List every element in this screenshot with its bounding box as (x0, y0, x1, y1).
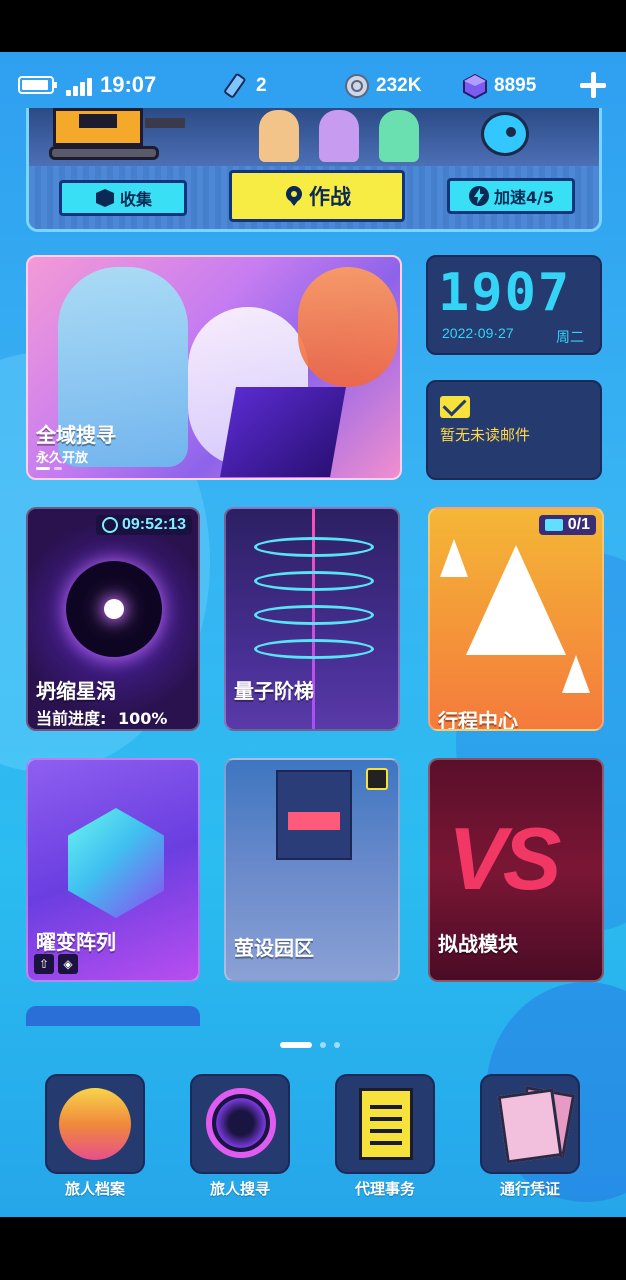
collect-label: 收集 (119, 190, 152, 209)
tile-campus[interactable]: 萤设园区 (224, 758, 400, 982)
resource-gem[interactable]: 8895 (462, 70, 536, 102)
building-art (276, 770, 352, 860)
dock-label: 代理事务 (354, 1180, 415, 1198)
up-arrow-icon: ⇧ (34, 954, 54, 974)
quantum-ladder-title: 量子阶梯 (234, 679, 314, 703)
excavator-sprite (49, 108, 189, 162)
vortex-progress: 当前进度: 100% (36, 705, 167, 729)
clock-widget: 1907 2022·09·27 周二 (426, 255, 602, 355)
radar-search-icon (206, 1088, 276, 1158)
character-art (298, 267, 398, 387)
dock-label: 旅人档案 (64, 1180, 125, 1198)
page-indicator (280, 1042, 340, 1048)
lightning-icon (468, 186, 489, 206)
matrix-tags: ⇧ ◈ (34, 954, 78, 974)
vortex-progress-label: 当前进度: (36, 709, 107, 728)
clock-weekday: 周二 (556, 330, 584, 346)
collect-button[interactable]: 收集 (59, 180, 187, 216)
resource-coin[interactable]: 232K (344, 70, 421, 102)
ring-art (254, 537, 374, 557)
add-resource-button[interactable] (576, 68, 610, 102)
vortex-timer-value: 09:52:13 (121, 516, 186, 533)
mail-icon (440, 396, 470, 418)
dock-traveler-search[interactable]: 旅人搜寻 (189, 1074, 291, 1199)
location-pin-icon (286, 186, 302, 206)
battle-sim-title: 拟战模块 (438, 932, 518, 956)
pass-card-icon (497, 1088, 563, 1164)
vortex-title: 坍缩星涡 (36, 679, 116, 703)
cube-art (68, 808, 164, 918)
ring-art (254, 605, 374, 625)
dock-traveler-archive[interactable]: 旅人档案 (44, 1074, 146, 1199)
resource-crystal[interactable]: 2 (224, 70, 267, 102)
dock-pass-card[interactable]: 通行凭证 (479, 1074, 581, 1199)
black-hole-art (66, 561, 162, 657)
matrix-title: 曜变阵列 (36, 930, 116, 954)
dock-label: 旅人搜寻 (209, 1180, 270, 1198)
vortex-progress-value: 100% (117, 709, 168, 728)
status-bar: 19:07 2 232K 8895 (0, 64, 626, 108)
cube-gem-icon (463, 73, 487, 99)
ticket-counter: 0/1 (538, 515, 596, 535)
clock-time: 1907 (438, 263, 572, 323)
boost-button[interactable]: 加速4/5 (447, 178, 575, 214)
expedition-banner[interactable]: 收集 作战 加速4/5 (26, 108, 602, 232)
mail-widget[interactable]: 暂无未读邮件 (426, 380, 602, 480)
global-search-card[interactable]: 全域搜寻 永久开放 (26, 255, 402, 480)
box-icon (95, 189, 114, 207)
tile-quantum-ladder[interactable]: 量子阶梯 (224, 507, 400, 731)
boost-label: 加速4/5 (493, 188, 555, 207)
resource-crystal-value: 2 (256, 75, 267, 96)
resource-gem-value: 8895 (494, 75, 537, 96)
ticket-icon (544, 519, 563, 531)
campus-title: 萤设园区 (234, 936, 314, 960)
diamond-icon: ◈ (58, 954, 78, 974)
itinerary-title: 行程中心 (438, 709, 518, 731)
versus-art: VS (448, 809, 561, 908)
carousel-indicator (36, 467, 62, 470)
banner-scene (29, 108, 599, 166)
jet-icon (440, 539, 468, 577)
tile-matrix[interactable]: 曜变阵列 ⇧ ◈ (26, 758, 200, 982)
clock-date: 2022·09·27 (442, 325, 514, 341)
dock-label: 通行凭证 (499, 1180, 560, 1198)
tile-battle-sim[interactable]: VS 拟战模块 (428, 758, 604, 982)
notification-badge-icon (366, 768, 388, 790)
global-search-subtitle: 永久开放 (36, 451, 89, 466)
pacman-sprite (481, 112, 529, 156)
crystal-ticket-icon (224, 73, 246, 98)
dock-agent-tasks[interactable]: 代理事务 (334, 1074, 436, 1199)
task-list-icon (359, 1088, 413, 1160)
global-search-title: 全域搜寻 (36, 423, 116, 447)
battle-label: 作战 (309, 185, 351, 209)
battle-button[interactable]: 作战 (229, 170, 405, 222)
tile-vortex[interactable]: 09:52:13 坍缩星涡 当前进度: 100% (26, 507, 200, 731)
status-time: 19:07 (100, 72, 157, 97)
jet-icon (562, 655, 590, 693)
ring-art (254, 639, 374, 659)
mail-status-text: 暂无未读邮件 (440, 426, 531, 444)
signal-icon (66, 76, 96, 96)
tile-itinerary[interactable]: 0/1 行程中心 (428, 507, 604, 731)
ring-art (254, 571, 374, 591)
ticket-count: 0/1 (567, 516, 590, 533)
character-sprites (239, 108, 459, 164)
jet-icon (466, 545, 566, 655)
coin-icon (345, 74, 369, 98)
vortex-timer: 09:52:13 (95, 515, 192, 535)
portal-art (220, 387, 346, 477)
clock-icon (101, 517, 118, 533)
resource-coin-value: 232K (376, 75, 422, 96)
traveler-archive-icon (59, 1088, 131, 1160)
battery-icon (18, 76, 57, 94)
next-page-card (26, 1006, 200, 1026)
